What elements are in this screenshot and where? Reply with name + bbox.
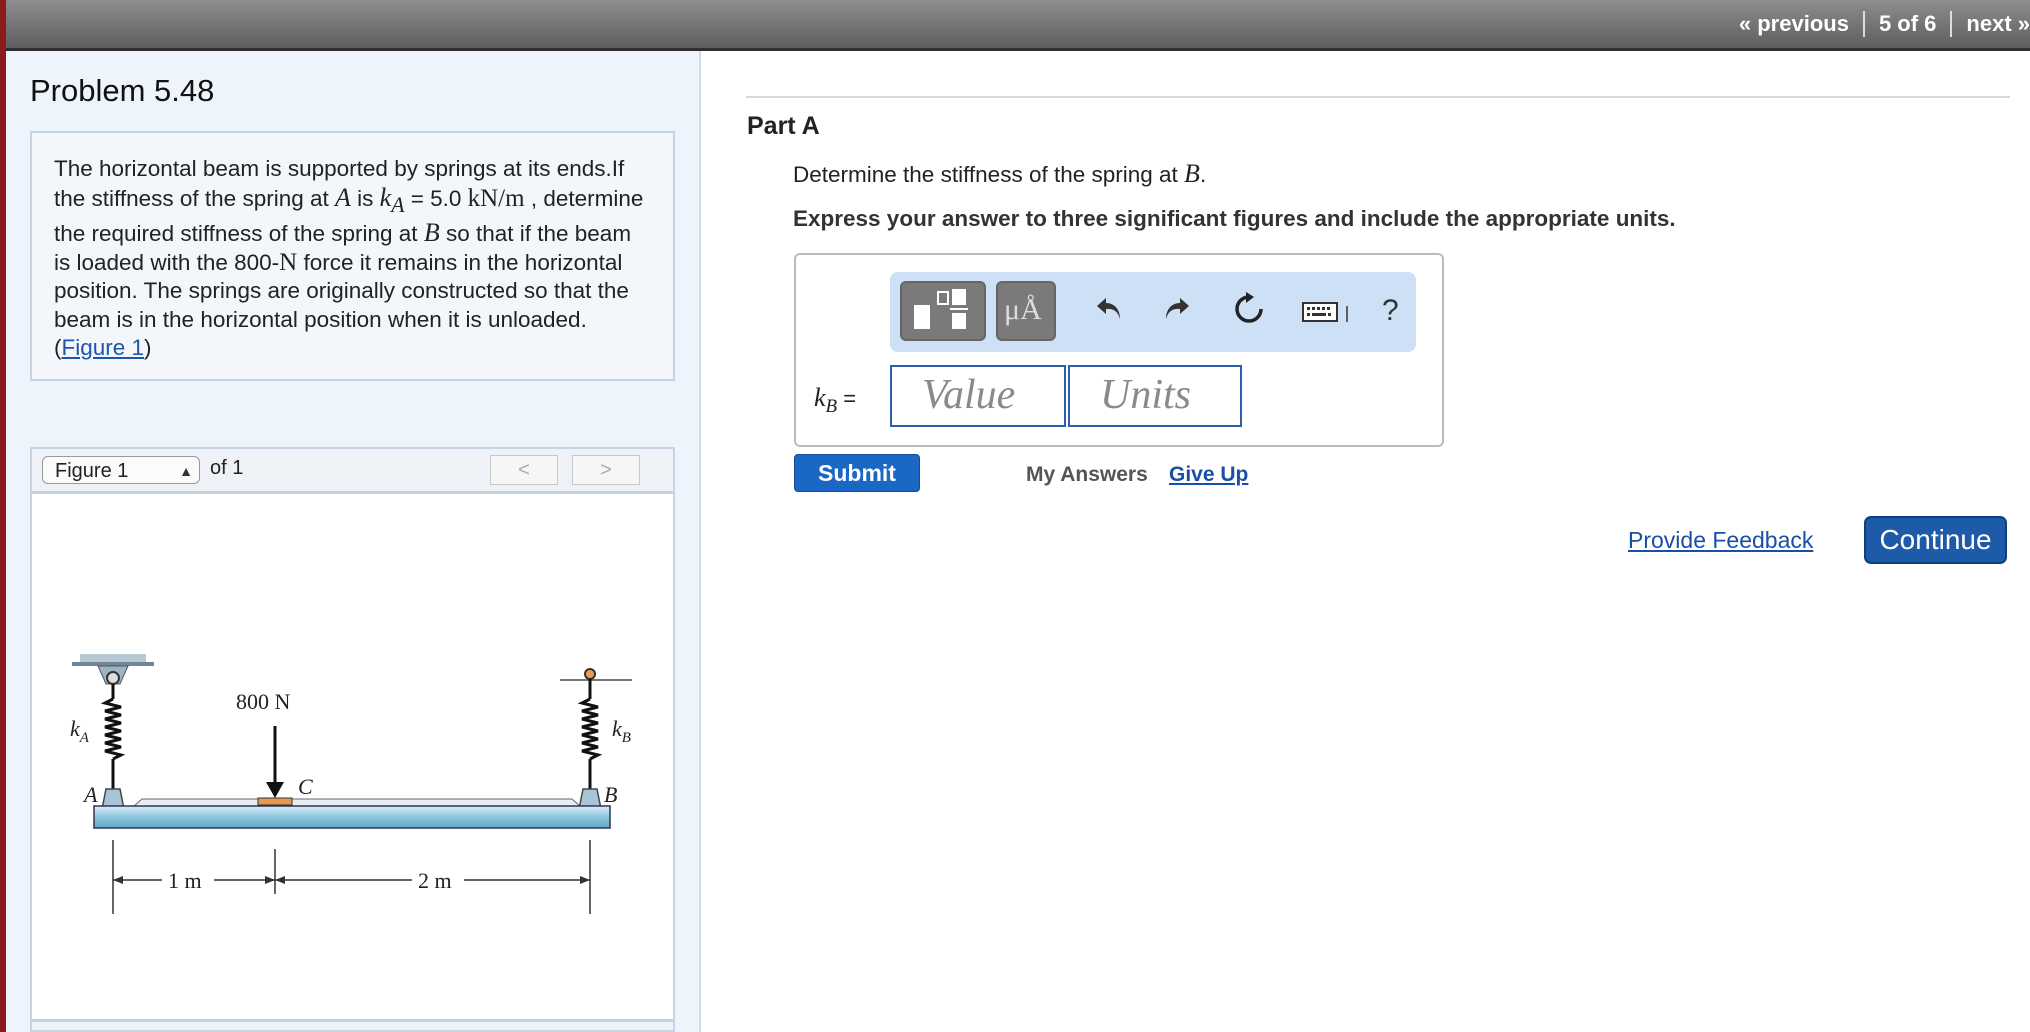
top-navigation-bar: « previous 5 of 6 next » — [6, 0, 2030, 51]
label-ka: kA — [70, 716, 90, 746]
redo-icon[interactable] — [1162, 292, 1192, 322]
give-up-link[interactable]: Give Up — [1169, 463, 1248, 487]
right-support — [560, 668, 632, 681]
submit-button[interactable]: Submit — [794, 454, 920, 492]
figure-next-button[interactable]: > — [572, 455, 640, 485]
force-label: 800 N — [236, 689, 291, 714]
continue-button[interactable]: Continue — [1864, 516, 2007, 564]
figure-link[interactable]: Figure 1 — [62, 335, 145, 360]
keyboard-icon[interactable] — [1302, 300, 1350, 326]
reset-icon[interactable] — [1232, 292, 1266, 326]
left-support — [72, 654, 154, 685]
figure-panel: Figure 1 ▲ of 1 < > 800 N kA kB A B C 1 … — [30, 447, 675, 1032]
figure-count: of 1 — [210, 457, 244, 479]
problem-title: Problem 5.48 — [30, 73, 215, 108]
answer-variable: kB = — [814, 383, 857, 418]
question-text: Determine the stiffness of the spring at… — [793, 159, 1207, 188]
select-arrows-icon: ▲ — [179, 463, 193, 479]
units-button[interactable]: μÅ — [996, 281, 1056, 341]
pager-divider — [1862, 11, 1865, 37]
divider — [746, 96, 2010, 98]
figure-select[interactable]: Figure 1 ▲ — [42, 456, 200, 484]
label-b: B — [604, 782, 617, 807]
math-toolbar: μÅ ? — [890, 272, 1416, 352]
undo-icon[interactable] — [1094, 292, 1124, 322]
beam-top-plate — [132, 798, 582, 807]
next-link[interactable]: next » — [1966, 11, 2030, 37]
figure-header: Figure 1 ▲ of 1 < > — [32, 449, 673, 494]
dim-1m: 1 m — [168, 868, 202, 893]
templates-button[interactable] — [900, 281, 986, 341]
part-title: Part A — [747, 112, 820, 140]
label-c: C — [298, 774, 313, 799]
spring-a — [100, 684, 126, 789]
label-kb: kB — [612, 716, 631, 746]
units-label: μÅ — [1004, 293, 1042, 326]
figure-footer — [32, 1019, 673, 1030]
load-pad — [257, 797, 293, 806]
instruction-text: Express your answer to three significant… — [793, 206, 1676, 231]
problem-statement: The horizontal beam is supported by spri… — [30, 131, 675, 381]
pager-divider — [1950, 11, 1953, 37]
problem-panel: Problem 5.48 The horizontal beam is supp… — [6, 51, 701, 1032]
answer-box: μÅ ? kB = Value Units — [794, 253, 1444, 447]
dim-2m: 2 m — [418, 868, 452, 893]
answer-row: kB = Value Units — [796, 365, 1442, 427]
value-input[interactable]: Value — [890, 365, 1066, 427]
pager: « previous 5 of 6 next » — [1739, 0, 2030, 48]
my-answers-link[interactable]: My Answers — [1026, 463, 1148, 487]
beam — [93, 805, 611, 829]
spring-b — [577, 679, 603, 789]
units-input[interactable]: Units — [1068, 365, 1242, 427]
label-a: A — [82, 782, 98, 807]
force-arrow-icon — [266, 782, 284, 798]
figure-prev-button[interactable]: < — [490, 455, 558, 485]
provide-feedback-link[interactable]: Provide Feedback — [1628, 527, 1813, 554]
templates-icon — [914, 289, 968, 329]
previous-link[interactable]: « previous — [1739, 11, 1849, 37]
page-position: 5 of 6 — [1878, 11, 1937, 36]
help-icon[interactable]: ? — [1382, 294, 1399, 328]
beam-figure: 800 N kA kB A B C 1 m 2 m — [70, 654, 632, 914]
